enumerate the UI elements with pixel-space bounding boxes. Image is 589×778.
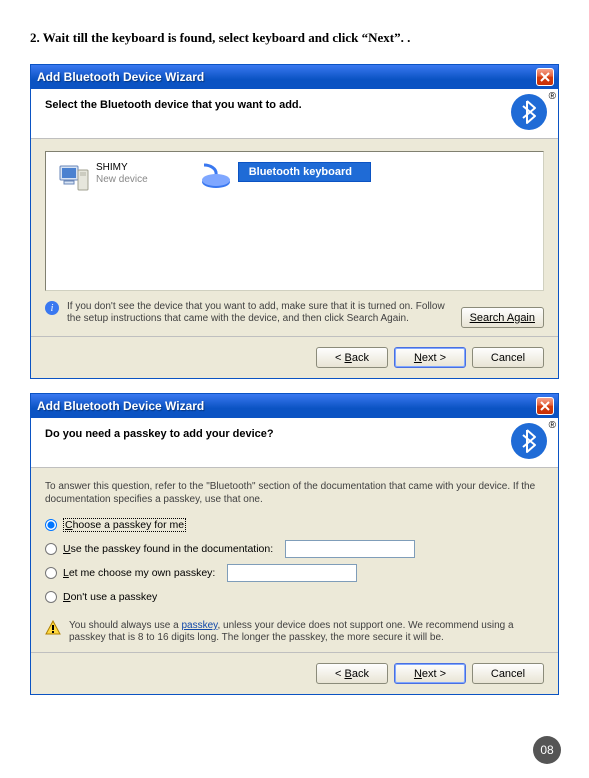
device-name: SHIMY [96, 162, 148, 174]
window-title: Add Bluetooth Device Wizard [37, 70, 204, 84]
radio-input[interactable] [45, 591, 57, 603]
titlebar: Add Bluetooth Device Wizard [31, 65, 558, 89]
warning-text: You should always use a passkey, unless … [69, 620, 544, 644]
cancel-button[interactable]: Cancel [472, 347, 544, 368]
dialog-footer: < Back Next > Cancel [31, 652, 558, 694]
radio-label: Choose a passkey for me [63, 518, 186, 532]
radio-own-passkey[interactable]: Let me choose my own passkey: [45, 564, 544, 582]
info-text: If you don't see the device that you wan… [67, 301, 453, 325]
passkey-input-doc[interactable] [285, 540, 415, 558]
device-item-keyboard[interactable]: Bluetooth keyboard [192, 160, 375, 282]
dialog-header: Do you need a passkey to add your device… [31, 418, 558, 468]
warning-icon [45, 620, 61, 636]
header-text: Select the Bluetooth device that you wan… [45, 99, 544, 111]
bluetooth-logo: ® [510, 422, 548, 463]
search-again-button[interactable]: Search Again [461, 307, 544, 328]
radio-input[interactable] [45, 567, 57, 579]
dialog-footer: < Back Next > Cancel [31, 336, 558, 378]
explain-text: To answer this question, refer to the "B… [45, 480, 544, 506]
radio-choose-for-me[interactable]: Choose a passkey for me [45, 516, 544, 534]
titlebar: Add Bluetooth Device Wizard [31, 394, 558, 418]
window-title: Add Bluetooth Device Wizard [37, 399, 204, 413]
search-again-label: Search Again [470, 312, 535, 324]
close-icon [540, 401, 550, 411]
computer-icon [58, 162, 90, 194]
device-item-shimy[interactable]: SHIMY New device [54, 160, 152, 282]
page-number: 08 [533, 736, 561, 764]
device-list[interactable]: SHIMY New device Bluetooth keyboard [45, 151, 544, 291]
radio-input[interactable] [45, 543, 57, 555]
select-device-dialog: Add Bluetooth Device Wizard Select the B… [30, 64, 559, 379]
header-text: Do you need a passkey to add your device… [45, 428, 544, 440]
keyboard-icon [196, 162, 232, 190]
close-button[interactable] [536, 397, 554, 415]
instruction-text: 2. Wait till the keyboard is found, sele… [30, 30, 559, 46]
passkey-link[interactable]: passkey [182, 620, 218, 631]
bluetooth-logo: ® [510, 93, 548, 134]
radio-use-documentation[interactable]: Use the passkey found in the documentati… [45, 540, 544, 558]
keyboard-highlight-label: Bluetooth keyboard [238, 162, 371, 182]
radio-no-passkey[interactable]: Don't use a passkey [45, 588, 544, 606]
back-button[interactable]: < Back [316, 663, 388, 684]
back-button[interactable]: < Back [316, 347, 388, 368]
passkey-dialog: Add Bluetooth Device Wizard Do you need … [30, 393, 559, 695]
radio-input[interactable] [45, 519, 57, 531]
registered-mark: ® [549, 91, 556, 102]
close-button[interactable] [536, 68, 554, 86]
close-icon [540, 72, 550, 82]
cancel-button[interactable]: Cancel [472, 663, 544, 684]
registered-mark: ® [549, 420, 556, 431]
radio-label: Let me choose my own passkey: [63, 567, 215, 579]
device-subtext: New device [96, 174, 148, 186]
radio-label: Use the passkey found in the documentati… [63, 543, 273, 555]
info-icon: i [45, 301, 59, 315]
radio-label: Don't use a passkey [63, 591, 157, 603]
passkey-input-own[interactable] [227, 564, 357, 582]
next-button[interactable]: Next > [394, 347, 466, 368]
next-button[interactable]: Next > [394, 663, 466, 684]
dialog-header: Select the Bluetooth device that you wan… [31, 89, 558, 139]
